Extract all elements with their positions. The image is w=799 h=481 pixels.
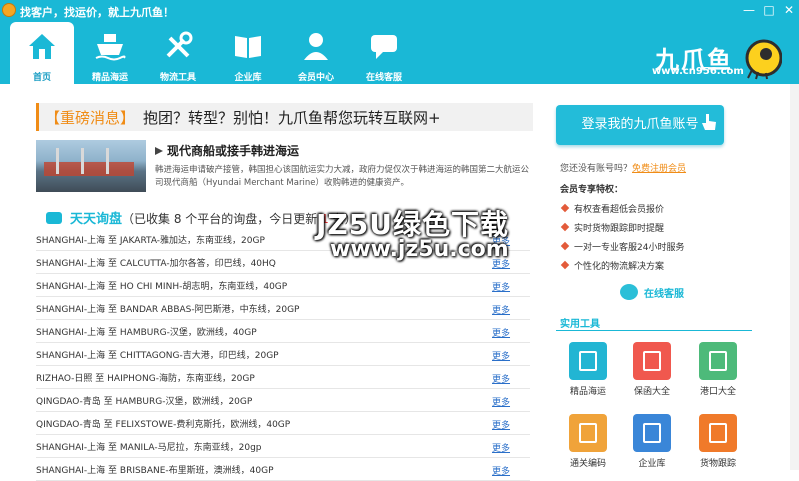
perks-title: 会员专享特权： [560,185,624,195]
news-body: 韩进海运申请破产接管，韩国担心该国航运实力大减，政府力促仅次于韩进海运的韩国第二… [155,165,530,188]
perk-item: 有权查看超低会员报价 [564,202,664,215]
list-item: QINGDAO-青岛 至 HAMBURG-汉堡，欧洲线，20GP 更多 [36,389,530,412]
nav-tools[interactable]: 物流工具 [146,22,210,84]
close-icon[interactable]: ✕ [780,2,798,18]
chat-bubble-icon [46,212,62,224]
more-link[interactable]: 更多 [492,349,510,362]
hand-pointer-icon [702,114,716,130]
app-logo-icon [2,3,16,17]
mascot-logo [745,39,782,80]
more-link[interactable]: 更多 [492,372,510,385]
more-link[interactable]: 更多 [492,464,510,477]
tool-company-library[interactable]: 企业库 [622,414,682,469]
user-icon [304,33,328,60]
list-item: SHANGHAI-上海 至 HO CHI MINH-胡志明，东南亚线，40GP 更… [36,274,530,297]
more-link[interactable]: 更多 [492,326,510,339]
chat-icon [371,35,397,59]
list-item: SHANGHAI-上海 至 BANDAR ABBAS-阿巴斯港，中东线，20GP… [36,297,530,320]
more-link[interactable]: 更多 [492,303,510,316]
book-icon [633,414,671,452]
login-button[interactable]: 登录我的九爪鱼账号 [556,105,724,145]
tools-title: 实用工具 [560,319,600,330]
headline-banner[interactable]: 【重磅消息】 抱团？转型？别怕！九爪鱼帮您玩转互联网+ [36,103,533,131]
home-icon [29,34,55,59]
book-icon [235,36,261,58]
more-link[interactable]: 更多 [492,395,510,408]
maximize-icon[interactable]: □ [760,2,778,18]
tool-cargo-tracking[interactable]: 货物跟踪 [688,414,748,469]
more-link[interactable]: 更多 [492,280,510,293]
barcode-icon [569,414,607,452]
more-link[interactable]: 更多 [492,441,510,454]
nav-home[interactable]: 首页 [10,22,74,84]
tool-guarantee[interactable]: 保函大全 [622,342,682,397]
nav-member-center[interactable]: 会员中心 [284,22,348,84]
headline-text: 抱团？转型？别怕！九爪鱼帮您玩转互联网+ [143,109,441,127]
inquiry-header: 天天询盘（已收集 8 个平台的询盘，今日更新 1 条） [46,208,357,227]
nav-shipping[interactable]: 精品海运 [78,22,142,84]
ship-icon [569,342,607,380]
tool-ports[interactable]: 港口大全 [688,342,748,397]
list-item: RIZHAO-日照 至 HAIPHONG-海防，东南亚线，20GP 更多 [36,366,530,389]
perk-item: 个性化的物流解决方案 [564,259,664,272]
title-bar: 找客户，找运价，就上九爪鱼！ — □ ✕ [0,0,799,22]
location-icon [699,414,737,452]
scrollbar[interactable] [790,84,799,470]
list-item: SHANGHAI-上海 至 CHITTAGONG-吉大港，印巴线，20GP 更多 [36,343,530,366]
window-title: 找客户，找运价，就上九爪鱼！ [20,6,174,19]
tools-icon [166,31,193,58]
perk-item: 一对一专业客服24小时服务 [564,240,684,253]
nav-online-service[interactable]: 在线客服 [352,22,416,84]
tool-customs-code[interactable]: 通关编码 [558,414,618,469]
news-title[interactable]: 现代商船或接手韩进海运 [155,142,299,159]
container-icon [699,342,737,380]
list-item: QINGDAO-青岛 至 FELIXSTOWE-费利克斯托，欧洲线，40GP 更多 [36,412,530,435]
online-service-button[interactable]: 在线客服 [620,282,700,304]
minimize-icon[interactable]: — [740,2,758,18]
news-image[interactable] [36,140,146,192]
register-prompt: 您还没有账号吗？免费注册会员 [560,164,687,174]
tool-shipping[interactable]: 精品海运 [558,342,618,397]
register-link[interactable]: 免费注册会员 [632,164,686,174]
chat-icon [620,284,638,300]
ship-icon [95,34,126,61]
brand-url: www.cn956.com [652,66,744,77]
inquiry-list: SHANGHAI-上海 至 JAKARTA-雅加达，东南亚线，20GP 更多 SH… [36,228,530,481]
list-item: SHANGHAI-上海 至 MANILA-马尼拉，东南亚线，20gp 更多 [36,435,530,458]
more-link[interactable]: 更多 [492,418,510,431]
headline-tag: 【重磅消息】 [45,109,136,127]
perk-item: 实时货物跟踪即时提醒 [564,221,664,234]
list-item: SHANGHAI-上海 至 HAMBURG-汉堡，欧洲线，40GP 更多 [36,320,530,343]
watermark-url: www.jz5u.com [330,237,509,262]
inquiry-title: 天天询盘 [70,212,123,227]
nav-company-library[interactable]: 企业库 [216,22,280,84]
document-icon [633,342,671,380]
main-nav: 首页 精品海运 物流工具 企业库 会员中心 在线客服 九爪鱼 www.cn956… [0,22,799,84]
